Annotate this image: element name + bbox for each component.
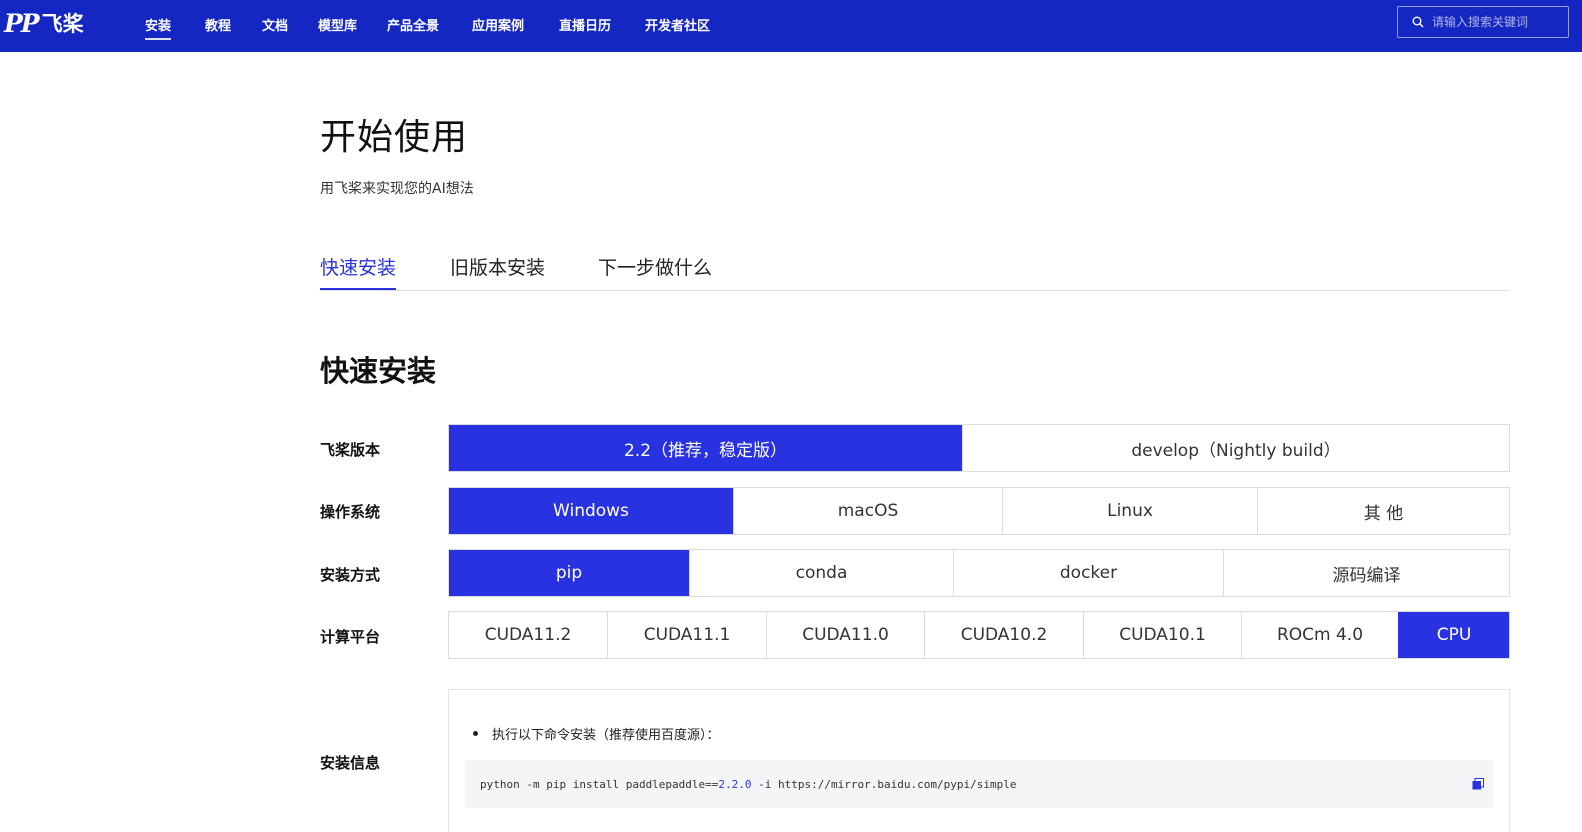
install-info-box: 执行以下命令安装（推荐使用百度源）： python -m pip install… — [448, 689, 1510, 832]
method-label: 安装方式 — [320, 566, 381, 584]
method-option-docker[interactable]: docker — [953, 550, 1223, 596]
nav-item-cases[interactable]: 应用案例 — [472, 15, 524, 34]
version-option-stable[interactable]: 2.2（推荐，稳定版） — [449, 425, 962, 471]
search-icon — [1412, 16, 1424, 28]
nav-item-models[interactable]: 模型库 — [318, 15, 357, 34]
tab-next-steps[interactable]: 下一步做什么 — [598, 253, 712, 280]
install-instruction-text: 执行以下命令安装（推荐使用百度源）： — [492, 728, 720, 743]
search-box[interactable] — [1397, 6, 1569, 38]
nav-item-install[interactable]: 安装 — [145, 15, 172, 40]
platform-option-rocm[interactable]: ROCm 4.0 — [1241, 612, 1398, 658]
nav-item-community[interactable]: 开发者社区 — [645, 15, 710, 34]
install-info-label: 安装信息 — [320, 754, 381, 772]
platform-option-cuda111[interactable]: CUDA11.1 — [607, 612, 766, 658]
os-option-windows[interactable]: Windows — [449, 488, 733, 534]
command-suffix: -i https://mirror.baidu.com/pypi/simple — [751, 777, 1017, 791]
page-subtitle: 用飞桨来实现您的AI想法 — [320, 181, 474, 197]
platform-option-cuda101[interactable]: CUDA10.1 — [1083, 612, 1241, 658]
method-selector: pip conda docker 源码编译 — [448, 549, 1510, 597]
platform-selector: CUDA11.2 CUDA11.1 CUDA11.0 CUDA10.2 CUDA… — [448, 611, 1510, 659]
install-instruction: 执行以下命令安装（推荐使用百度源）： — [473, 724, 720, 743]
version-selector: 2.2（推荐，稳定版） develop（Nightly build） — [448, 424, 1510, 472]
method-option-pip[interactable]: pip — [449, 550, 689, 596]
nav-item-products[interactable]: 产品全景 — [387, 15, 439, 34]
version-label: 飞桨版本 — [320, 441, 381, 459]
nav-item-live[interactable]: 直播日历 — [559, 15, 611, 34]
logo-mark: PP — [4, 8, 40, 38]
platform-option-cuda112[interactable]: CUDA11.2 — [449, 612, 607, 658]
os-label: 操作系统 — [320, 503, 381, 521]
nav-item-tutorial[interactable]: 教程 — [205, 15, 231, 34]
nav-item-docs[interactable]: 文档 — [262, 15, 288, 34]
method-option-source[interactable]: 源码编译 — [1223, 550, 1509, 596]
os-option-other[interactable]: 其 他 — [1257, 488, 1509, 534]
bullet-dot — [473, 731, 478, 736]
tab-quick-install[interactable]: 快速安装 — [320, 253, 397, 290]
os-option-linux[interactable]: Linux — [1002, 488, 1257, 534]
page-title: 开始使用 — [320, 117, 469, 158]
version-option-develop[interactable]: develop（Nightly build） — [962, 425, 1509, 471]
command-prefix: python -m pip install paddlepaddle== — [480, 777, 719, 791]
copy-icon[interactable] — [1472, 778, 1484, 790]
install-command[interactable]: python -m pip install paddlepaddle== 2.2.… — [465, 760, 1494, 808]
top-navbar: PP 飞桨 安装 教程 文档 模型库 产品全景 应用案例 直播日历 开发者社区 — [0, 0, 1582, 52]
install-tabs: 快速安装 旧版本安装 下一步做什么 — [320, 248, 1510, 291]
command-version: 2.2.0 — [718, 777, 752, 791]
search-input[interactable] — [1432, 15, 1552, 29]
platform-option-cuda102[interactable]: CUDA10.2 — [924, 612, 1083, 658]
platform-option-cpu[interactable]: CPU — [1398, 612, 1509, 658]
tab-legacy-install[interactable]: 旧版本安装 — [450, 253, 545, 280]
os-selector: Windows macOS Linux 其 他 — [448, 487, 1510, 535]
section-title: 快速安装 — [320, 354, 437, 388]
platform-option-cuda110[interactable]: CUDA11.0 — [766, 612, 924, 658]
logo-text: 飞桨 — [41, 12, 84, 36]
paddle-logo[interactable]: PP 飞桨 — [4, 6, 84, 40]
platform-label: 计算平台 — [320, 628, 381, 646]
method-option-conda[interactable]: conda — [689, 550, 953, 596]
os-option-macos[interactable]: macOS — [733, 488, 1002, 534]
